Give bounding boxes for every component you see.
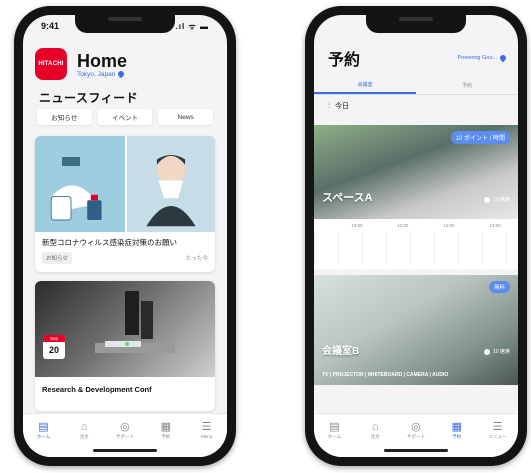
nav-orders[interactable]: ⌂ 注文 (360, 420, 390, 440)
reservation-screen: 予約 Powering Goo... 会議室 予約 ⫶ 今日 10 ポイント /… (314, 15, 518, 457)
space-card[interactable]: 10 ポイント / 時間 スペースA 10 席席 (314, 125, 518, 219)
points-badge: 10 ポイント / 時間 (450, 131, 510, 144)
reservation-header: 予約 Powering Goo... (328, 43, 508, 73)
location-label: Tokyo, Japan (77, 70, 116, 78)
home-indicator[interactable] (93, 449, 157, 452)
home-icon: ▤ (329, 421, 340, 433)
page-title: Home (77, 50, 128, 71)
person-icon (484, 348, 491, 355)
nav-menu[interactable]: ☰ メニュー (483, 420, 513, 440)
location-pin-icon (117, 69, 126, 79)
news-timestamp: たった今 (185, 256, 208, 262)
tab-events[interactable]: イベント (97, 109, 153, 125)
bag-icon: ⌂ (80, 421, 88, 433)
free-badge: 無料 (488, 281, 510, 293)
feed-filter-tabs: お知らせ イベント News (37, 109, 214, 125)
home-icon: ▤ (38, 421, 49, 433)
support-icon: ◎ (120, 421, 130, 433)
space-capacity: 10 席席 (484, 196, 510, 203)
news-card-title: Research & Development Conf (42, 385, 152, 394)
tab-reservations[interactable]: 予約 (416, 77, 518, 94)
right-phone: 予約 Powering Goo... 会議室 予約 ⫶ 今日 10 ポイント /… (305, 6, 527, 466)
news-card-title: 新型コロナウィルス感染症対策のお願い (42, 238, 177, 247)
sneeze-illustration-icon (146, 154, 196, 227)
nav-orders[interactable]: ⌂ 注文 (69, 420, 99, 440)
availability-timeline[interactable]: 10:00 11:00 12:00 13:00 (314, 219, 518, 269)
phone-notch (75, 15, 175, 33)
home-screen: 9:41 .ıl ᯤ ▬ HITACHI Home Tokyo, Japan ニ… (23, 15, 227, 457)
space-name: スペースA (322, 192, 373, 204)
handwash-illustration-icon (50, 157, 102, 221)
calendar-icon: ▦ (451, 421, 462, 433)
room-card[interactable]: 無料 会議室B 10 席席 TV | PROJECTOR | WHITEBOAR… (314, 275, 518, 385)
status-icons: .ıl ᯤ ▬ (175, 21, 209, 31)
covid-illustration (35, 136, 215, 232)
microscope-icon (95, 291, 175, 353)
person-icon (484, 196, 491, 203)
left-phone: 9:41 .ıl ᯤ ▬ HITACHI Home Tokyo, Japan ニ… (14, 6, 236, 466)
tab-news[interactable]: News (158, 109, 214, 125)
page-title: 予約 (328, 52, 361, 69)
hitachi-logo: HITACHI (35, 48, 67, 80)
bag-icon: ⌂ (371, 421, 379, 433)
status-time: 9:41 (41, 21, 60, 31)
room-name: 会議室B (322, 346, 360, 357)
nav-home[interactable]: ▤ ホーム (28, 420, 58, 440)
reservation-tabs: 会議室 予約 (314, 77, 518, 95)
timeline-label: 10:00 (351, 223, 363, 228)
nav-support[interactable]: ◎ サポート (401, 420, 431, 440)
timeline-label: 11:00 (397, 223, 409, 228)
room-amenities: TV | PROJECTOR | WHITEBOARD | CAMERA | A… (322, 372, 449, 378)
timeline-label: 12:00 (443, 223, 455, 228)
tab-announcements[interactable]: お知らせ (37, 109, 92, 125)
news-feed-title: ニュースフィード (39, 91, 139, 105)
date-filter[interactable]: ⫶ 今日 (328, 101, 349, 111)
location-selector[interactable]: Tokyo, Japan (77, 69, 127, 79)
phone-notch (366, 15, 466, 33)
news-card-covid[interactable]: 新型コロナウィルス感染症対策のお願い お知らせ たった今 (35, 136, 215, 272)
nav-reservations[interactable]: ▦ 予約 (442, 420, 472, 440)
home-header: HITACHI Home Tokyo, Japan (35, 43, 215, 85)
event-day: 20 (48, 345, 59, 355)
bottom-navigation: ▤ ホーム ⌂ 注文 ◎ サポート ▦ 予約 ☰ メニュー (314, 413, 518, 457)
room-capacity: 10 席席 (484, 348, 510, 355)
timeline-grid (314, 233, 518, 265)
menu-icon: ☰ (492, 421, 503, 433)
category-chip: お知らせ (42, 252, 72, 264)
nav-menu[interactable]: ☰ Menu (192, 420, 222, 439)
news-card-conference[interactable]: Sep 20 Research & Development Conf (35, 281, 215, 411)
support-icon: ◎ (411, 421, 421, 433)
location-selector[interactable]: Powering Goo... (457, 53, 508, 63)
tab-meeting-rooms[interactable]: 会議室 (314, 77, 416, 94)
filter-icon: ⫶ (328, 101, 330, 110)
timeline-label: 13:00 (489, 223, 501, 228)
microscope-photo: Sep 20 (35, 281, 215, 377)
nav-home[interactable]: ▤ ホーム (319, 420, 349, 440)
filter-label: 今日 (335, 103, 349, 110)
bottom-navigation: ▤ ホーム ⌂ 注文 ◎ サポート ▦ 予約 ☰ Menu (23, 413, 227, 457)
location-label: Powering Goo... (457, 55, 497, 61)
calendar-icon: ▦ (160, 421, 171, 433)
event-month: Sep (43, 335, 65, 342)
nav-support[interactable]: ◎ サポート (110, 420, 140, 440)
nav-reservations[interactable]: ▦ 予約 (151, 420, 181, 440)
event-date-badge: Sep 20 (43, 335, 65, 359)
home-indicator[interactable] (384, 449, 448, 452)
location-pin-icon (498, 53, 508, 63)
menu-icon: ☰ (201, 421, 212, 433)
